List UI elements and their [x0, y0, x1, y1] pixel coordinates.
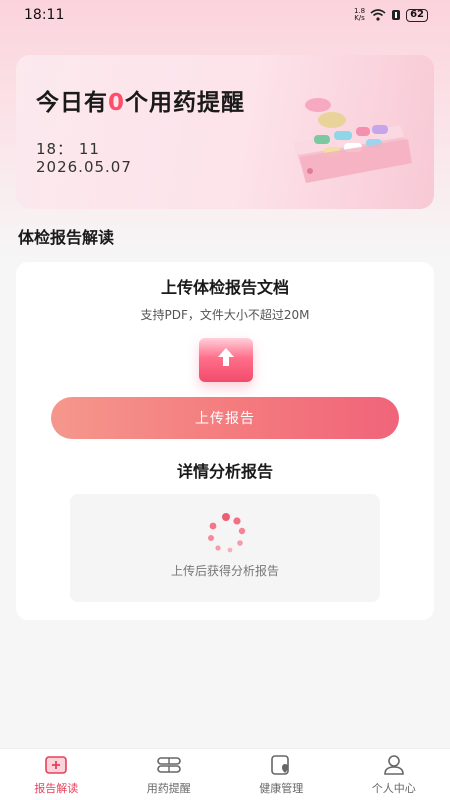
status-time: 18:11: [24, 7, 65, 23]
analysis-title: 详情分析报告: [176, 462, 273, 481]
tab-report[interactable]: 报告解读: [0, 749, 113, 800]
health-icon: [271, 755, 290, 775]
analysis-placeholder-text: 上传后获得分析报告: [170, 564, 279, 578]
network-speed: 1.8 K/s: [353, 7, 366, 22]
tab-medication[interactable]: 用药提醒: [113, 749, 226, 800]
upload-report-button[interactable]: 上传报告: [51, 397, 399, 439]
banner-time: 18： 11: [36, 140, 100, 158]
tab-label: 报告解读: [34, 782, 79, 795]
status-indicators: 1.8 K/s 62: [354, 8, 428, 22]
pill-icon: [156, 757, 181, 773]
status-bar: 18:11 1.8 K/s 62: [0, 0, 450, 30]
medication-reminder-banner[interactable]: 今日有0个用药提醒 18： 11 2026.05.07: [16, 55, 434, 209]
report-icon: [45, 756, 68, 774]
sim-icon: [392, 10, 401, 20]
reminder-count: 0: [108, 90, 126, 116]
banner-title: 今日有0个用药提醒: [36, 90, 246, 116]
upload-hint: 支持PDF，文件大小不超过20M: [140, 308, 310, 322]
tab-health[interactable]: 健康管理: [225, 749, 338, 800]
tab-label: 用药提醒: [146, 782, 191, 795]
analysis-placeholder-box: 上传后获得分析报告: [70, 494, 380, 602]
loading-spinner-icon: [208, 513, 246, 553]
user-icon: [383, 755, 404, 775]
upload-icon[interactable]: [199, 338, 253, 382]
upload-arrow-icon: [218, 348, 234, 366]
battery-indicator: 62: [406, 8, 428, 22]
tab-label: 个人中心: [371, 782, 416, 795]
pillbox-illustration: [294, 98, 412, 183]
bottom-tab-bar: 报告解读 用药提醒 健康管理 个人中心: [0, 748, 450, 800]
upload-title: 上传体检报告文档: [160, 278, 289, 297]
tab-label: 健康管理: [259, 782, 304, 795]
section-title: 体检报告解读: [18, 228, 115, 247]
wifi-icon: [370, 9, 386, 21]
report-upload-card: 上传体检报告文档 支持PDF，文件大小不超过20M 上传报告 详情分析报告 上传…: [16, 262, 434, 620]
banner-date: 2026.05.07: [36, 158, 132, 176]
tab-profile[interactable]: 个人中心: [338, 749, 450, 800]
